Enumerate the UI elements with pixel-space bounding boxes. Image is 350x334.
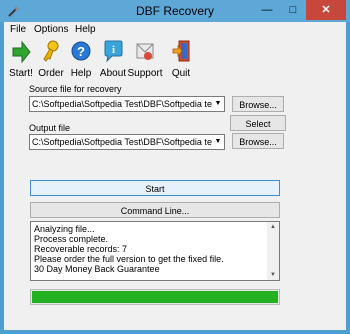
select-folder-button[interactable]: Select folder... bbox=[230, 115, 286, 145]
progress-fill bbox=[32, 291, 278, 303]
support-tool-button[interactable]: Support bbox=[127, 38, 163, 82]
client-area: File Options Help Start! Order ? Help i … bbox=[4, 22, 346, 330]
maximize-button[interactable]: □ bbox=[280, 0, 306, 20]
command-line-button[interactable]: Command Line... bbox=[30, 202, 280, 218]
minimize-button[interactable]: — bbox=[254, 0, 280, 20]
menu-options[interactable]: Options bbox=[34, 24, 68, 35]
question-icon: ? bbox=[71, 41, 91, 61]
green-arrow-icon bbox=[12, 40, 31, 64]
close-button[interactable]: ✕ bbox=[306, 0, 346, 20]
log-line: Recoverable records: 7 bbox=[34, 244, 128, 254]
source-file-label: Source file for recovery bbox=[29, 84, 122, 94]
title-bar[interactable]: DBF Recovery — □ ✕ bbox=[0, 0, 350, 22]
menu-help[interactable]: Help bbox=[75, 24, 96, 35]
source-browse-button[interactable]: Browse... bbox=[232, 96, 284, 112]
log-line: 30 Day Money Back Guarantee bbox=[34, 264, 160, 274]
toolbar: Start! Order ? Help i About Support Quit bbox=[4, 38, 346, 82]
support-envelope-icon bbox=[136, 43, 154, 60]
source-file-value: C:\Softpedia\Softpedia Test\DBF\Softpedi… bbox=[32, 99, 225, 109]
speech-bubble-icon: i bbox=[104, 40, 123, 63]
output-file-select[interactable]: C:\Softpedia\Softpedia Test\DBF\Softpedi… bbox=[29, 134, 225, 150]
output-file-value: C:\Softpedia\Softpedia Test\DBF\Softpedi… bbox=[32, 137, 225, 147]
exit-door-icon bbox=[172, 40, 190, 62]
output-browse-button[interactable]: Browse... bbox=[232, 133, 284, 149]
chevron-down-icon[interactable]: ▼ bbox=[212, 135, 224, 149]
svg-text:?: ? bbox=[77, 44, 85, 59]
svg-text:i: i bbox=[112, 44, 115, 56]
log-scrollbar[interactable]: ▲ ▼ bbox=[267, 222, 279, 280]
progress-bar bbox=[30, 289, 280, 305]
log-line: Please order the full version to get the… bbox=[34, 254, 224, 264]
quit-tool-button[interactable]: Quit bbox=[164, 38, 198, 82]
key-icon bbox=[43, 40, 59, 62]
output-file-label: Output file bbox=[29, 123, 71, 133]
start-button[interactable]: Start bbox=[30, 180, 280, 196]
menu-file[interactable]: File bbox=[10, 24, 26, 35]
app-window: DBF Recovery — □ ✕ File Options Help Sta… bbox=[0, 0, 350, 334]
menu-bar: File Options Help bbox=[4, 22, 346, 38]
scroll-down-icon[interactable]: ▼ bbox=[267, 270, 279, 280]
log-line: Analyzing file... bbox=[34, 224, 95, 234]
scroll-up-icon[interactable]: ▲ bbox=[267, 222, 279, 232]
source-file-select[interactable]: C:\Softpedia\Softpedia Test\DBF\Softpedi… bbox=[29, 96, 225, 112]
chevron-down-icon[interactable]: ▼ bbox=[212, 97, 224, 111]
quit-tool-label: Quit bbox=[171, 68, 191, 79]
log-line: Process complete. bbox=[34, 234, 109, 244]
log-output[interactable]: Analyzing file... Process complete. Reco… bbox=[30, 221, 280, 281]
